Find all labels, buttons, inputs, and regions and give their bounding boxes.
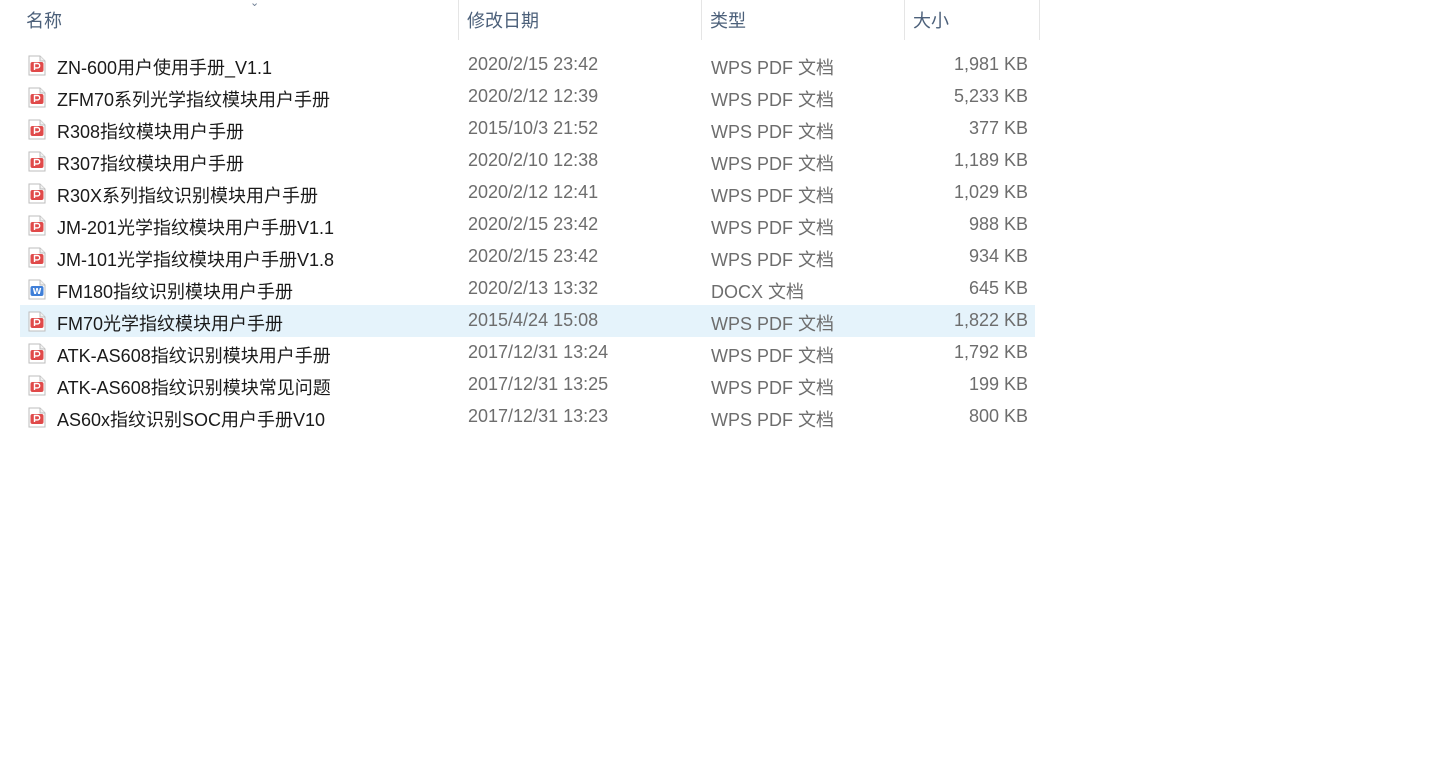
file-type: WPS PDF 文档 [711,186,835,206]
file-name: R308指纹模块用户手册 [57,122,245,142]
file-type: WPS PDF 文档 [711,218,835,238]
file-size: 934 KB [968,246,1028,266]
file-modified-date: 2015/4/24 15:08 [468,310,599,330]
file-name: JM-201光学指纹模块用户手册V1.1 [57,218,335,238]
file-size: 988 KB [968,214,1028,234]
file-row[interactable]: R308指纹模块用户手册 2015/10/3 21:52 WPS PDF 文档 377… [20,113,1035,145]
file-modified-date: 2020/2/15 23:42 [468,54,599,74]
file-name: ZFM70系列光学指纹模块用户手册 [57,90,331,110]
file-row[interactable]: AS60x指纹识别SOC用户手册V10 2017/12/31 13:23 WPS P… [20,401,1035,433]
pdf-file-icon [28,119,46,140]
column-header-bar: 名称 ⌄ 修改日期 类型 大小 [0,0,1040,40]
file-type: WPS PDF 文档 [711,378,835,398]
file-modified-date: 2017/12/31 13:25 [468,374,609,394]
column-header-type[interactable]: 类型 [702,0,905,40]
file-modified-date: 2020/2/12 12:39 [468,86,599,106]
column-header-name[interactable]: 名称 ⌄ [18,0,459,40]
file-type: WPS PDF 文档 [711,122,835,142]
pdf-file-icon [28,55,46,76]
pdf-file-icon [28,183,46,204]
file-size: 5,233 KB [953,86,1028,106]
column-header-size[interactable]: 大小 [905,0,1040,40]
file-row[interactable]: ATK-AS608指纹识别模块用户手册 2017/12/31 13:24 WPS P… [20,337,1035,369]
docx-file-icon: W [28,279,46,300]
file-modified-date: 2017/12/31 13:24 [468,342,609,362]
file-name: AS60x指纹识别SOC用户手册V10 [57,410,326,430]
file-size: 1,822 KB [953,310,1028,330]
file-row[interactable]: JM-201光学指纹模块用户手册V1.1 2020/2/15 23:42 WPS P… [20,209,1035,241]
file-type: DOCX 文档 [711,282,805,302]
file-modified-date: 2020/2/12 12:41 [468,182,599,202]
file-size: 1,981 KB [953,54,1028,74]
pdf-file-icon [28,407,46,428]
file-name: FM180指纹识别模块用户手册 [57,282,294,302]
file-size: 800 KB [968,406,1028,426]
file-row[interactable]: R30X系列指纹识别模块用户手册 2020/2/12 12:41 WPS PDF 文… [20,177,1035,209]
file-row[interactable]: ATK-AS608指纹识别模块常见问题 2017/12/31 13:25 WPS P… [20,369,1035,401]
file-type: WPS PDF 文档 [711,154,835,174]
file-name: ZN-600用户使用手册_V1.1 [57,58,273,78]
file-name: R30X系列指纹识别模块用户手册 [57,186,319,206]
file-row[interactable]: ZFM70系列光学指纹模块用户手册 2020/2/12 12:39 WPS PDF … [20,81,1035,113]
svg-text:W: W [33,287,42,296]
file-size: 199 KB [968,374,1028,394]
file-size: 1,029 KB [953,182,1028,202]
file-modified-date: 2020/2/15 23:42 [468,214,599,234]
file-name: JM-101光学指纹模块用户手册V1.8 [57,250,335,270]
file-row[interactable]: JM-101光学指纹模块用户手册V1.8 2020/2/15 23:42 WPS P… [20,241,1035,273]
file-row[interactable]: R307指纹模块用户手册 2020/2/10 12:38 WPS PDF 文档 1,1… [20,145,1035,177]
file-modified-date: 2020/2/13 13:32 [468,278,599,298]
file-type: WPS PDF 文档 [711,250,835,270]
file-explorer-details-view: 名称 ⌄ 修改日期 类型 大小 ZN-600用户使用手册_V1.1 2020/2/… [0,0,1447,782]
column-header-size-label: 大小 [913,11,949,31]
file-size: 377 KB [968,118,1028,138]
file-type: WPS PDF 文档 [711,346,835,366]
column-header-name-label: 名称 [26,11,62,31]
file-modified-date: 2020/2/15 23:42 [468,246,599,266]
file-modified-date: 2017/12/31 13:23 [468,406,609,426]
pdf-file-icon [28,343,46,364]
file-size: 1,792 KB [953,342,1028,362]
file-type: WPS PDF 文档 [711,58,835,78]
file-row[interactable]: ZN-600用户使用手册_V1.1 2020/2/15 23:42 WPS PDF … [20,49,1035,81]
file-modified-date: 2015/10/3 21:52 [468,118,599,138]
chevron-down-icon: ⌄ [250,0,260,9]
column-header-date[interactable]: 修改日期 [459,0,702,40]
pdf-file-icon [28,87,46,108]
file-row[interactable]: W FM180指纹识别模块用户手册 2020/2/13 13:32 DOCX 文档 64… [20,273,1035,305]
file-name: R307指纹模块用户手册 [57,154,245,174]
pdf-file-icon [28,311,46,332]
file-name: ATK-AS608指纹识别模块用户手册 [57,346,331,366]
file-size: 645 KB [968,278,1028,298]
file-list: ZN-600用户使用手册_V1.1 2020/2/15 23:42 WPS PDF … [20,49,1035,433]
file-name: ATK-AS608指纹识别模块常见问题 [57,378,331,398]
file-modified-date: 2020/2/10 12:38 [468,150,599,170]
file-type: WPS PDF 文档 [711,90,835,110]
file-size: 1,189 KB [953,150,1028,170]
pdf-file-icon [28,151,46,172]
column-header-type-label: 类型 [710,11,746,31]
file-type: WPS PDF 文档 [711,410,835,430]
column-header-date-label: 修改日期 [467,11,539,31]
pdf-file-icon [28,247,46,268]
file-row[interactable]: FM70光学指纹模块用户手册 2015/4/24 15:08 WPS PDF 文档 1… [20,305,1035,337]
pdf-file-icon [28,215,46,236]
file-type: WPS PDF 文档 [711,314,835,334]
file-name: FM70光学指纹模块用户手册 [57,314,284,334]
pdf-file-icon [28,375,46,396]
